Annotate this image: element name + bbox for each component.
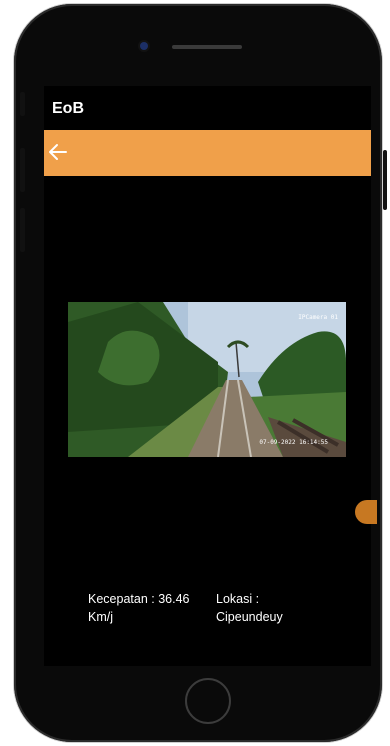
camera-label: IPCamera 01 xyxy=(298,314,338,321)
volume-down-button xyxy=(20,208,25,252)
app-title: EoB xyxy=(52,100,84,117)
app-screen: EoB IPCamera 01 07-09-2022 16:14:55 Kece… xyxy=(44,86,377,666)
speed-label: Kecepatan : 36.46 xyxy=(88,592,190,606)
location-value: Cipeundeuy xyxy=(216,610,283,624)
mute-switch xyxy=(20,92,25,116)
camera-feed: IPCamera 01 07-09-2022 16:14:55 xyxy=(68,302,346,457)
power-button xyxy=(383,150,387,210)
speed-unit: Km/j xyxy=(88,610,113,624)
camera-feed-image xyxy=(68,302,346,457)
front-camera xyxy=(140,42,148,50)
home-button[interactable] xyxy=(185,678,231,724)
speed-info: Kecepatan : 36.46 Km/j xyxy=(88,590,206,626)
volume-up-button xyxy=(20,148,25,192)
floating-action-button[interactable] xyxy=(355,500,377,524)
earpiece-speaker xyxy=(172,45,242,49)
arrow-left-icon[interactable] xyxy=(46,140,70,164)
toolbar xyxy=(44,130,371,176)
camera-timestamp: 07-09-2022 16:14:55 xyxy=(259,439,328,446)
location-label: Lokasi : xyxy=(216,592,260,606)
location-info: Lokasi : Cipeundeuy xyxy=(216,590,283,626)
